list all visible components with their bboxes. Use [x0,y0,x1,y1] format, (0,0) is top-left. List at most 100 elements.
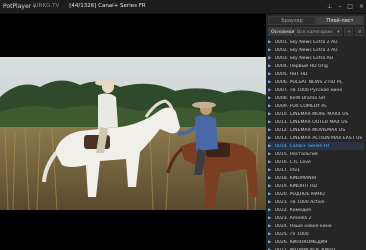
tab-browser[interactable]: Браузер [268,16,316,25]
playlist-item[interactable]: ▶ 0014. Canal+ Series FR [268,142,364,150]
play-icon: ▶ [268,191,272,197]
play-icon: ▶ [268,223,272,229]
playlist-item[interactable]: ▶ 0020. РОДНОЕ КИНО [268,190,364,198]
playlist-item-label: 0007. TB 1000 Русское кино [275,87,343,93]
playlist-item[interactable]: ▶ 0016. CTC Love [268,158,364,166]
play-icon: ▶ [268,127,272,133]
playlist-list: ▶ 0001. Sky News Extra 2 AU ▶ 0002. Sky New… [268,38,364,250]
playlist-item[interactable]: ▶ 0004. Первый HD Orig [268,62,364,70]
playlist-item[interactable]: ▶ 0013. CINEMAX ACTION MAX EAST US [268,134,364,142]
playlist-item[interactable]: ▶ 0001. Sky News Extra 2 AU [268,38,364,46]
play-icon: ▶ [268,135,272,141]
playlist-item[interactable]: ▶ 0012. CINEMAX MOVIEMAX US [268,126,364,134]
playlist-item[interactable]: ▶ 0009. FOX COMEDY PL [268,102,364,110]
playlist-item[interactable]: ▶ 0006. POLSAT NEWS 2 HD PL [268,78,364,86]
playlist-item-label: 0016. CTC Love [275,159,311,165]
playlist-main-tab[interactable]: Основной [268,27,294,36]
playlist-item-label: 0019. KINOHIT HD [275,183,318,189]
play-icon: ▶ [268,55,272,61]
play-icon: ▶ [268,47,272,53]
playlist-item-label: 0015. Ностальгия [275,151,318,157]
category-select[interactable]: Все категории ▾ [294,27,343,36]
tab-now-playing[interactable]: [44/1326] Canal+ Series FR [64,0,151,13]
play-icon: ▶ [268,207,272,213]
video-area[interactable] [0,14,266,250]
playlist-item-label: 0014. Canal+ Series FR [275,143,330,149]
video-scene-illustration [0,57,266,210]
playlist-item[interactable]: ▶ 0021. TB 1000 Action [268,198,364,206]
play-icon: ▶ [268,175,272,181]
playlist-item[interactable]: ▶ 0007. TB 1000 Русское кино [268,86,364,94]
playlist-item-label: 0003. Sky News Extra AU [275,55,334,61]
playlist-item-label: 0024. Наше новое кино [275,223,332,229]
playlist-item[interactable]: ▶ 0018. KINOMANIЯ [268,174,364,182]
play-icon: ▶ [268,39,272,45]
play-icon: ▶ [268,143,272,149]
category-select-label: Все категории [297,30,333,35]
title-bar: PotPlayer ▾ IURKG.TV [44/1326] Canal+ Se… [0,0,366,14]
playlist-item-label: 0026. КИНОКОМЕДИЯ [275,239,328,245]
playlist-item-label: 0001. Sky News Extra 2 AU [275,39,338,45]
filter-row: Основной Все категории ▾ + ≡ [268,27,365,36]
video-frame [0,57,266,210]
play-icon: ▶ [268,63,272,69]
playlist-item-label: 0025. TV 1000 [275,231,309,237]
play-icon: ▶ [268,159,272,165]
playlist-item-label: 0012. CINEMAX MOVIEMAX US [275,127,346,133]
playlist-item-label: 0002. Sky News Extra 3 AU [275,47,338,53]
playlist-item[interactable]: ▶ 0019. KINOHIT HD [268,182,364,190]
playlist-item-label: 0013. CINEMAX ACTION MAX EAST US [275,135,363,141]
playlist-item[interactable]: ▶ 0025. TV 1000 [268,230,364,238]
playlist-item-label: 0021. TB 1000 Action [275,199,325,205]
play-icon: ▶ [268,151,272,157]
tabs-top: IURKG.TV [44/1326] Canal+ Series FR [28,0,151,13]
playlist-item[interactable]: ▶ 0022. Комедия [268,206,364,214]
play-icon: ▶ [268,167,272,173]
play-icon: ▶ [268,71,272,77]
tab-source[interactable]: IURKG.TV [28,0,64,13]
play-icon: ▶ [268,87,272,93]
close-icon[interactable]: × [359,3,364,10]
maximize-icon[interactable]: □ [347,3,353,10]
play-icon: ▶ [268,119,272,125]
playlist-item[interactable]: ▶ 0005. HBT HD [268,70,364,78]
playlist-item[interactable]: ▶ 0023. Amedia 2 [268,214,364,222]
tab-playlist[interactable]: Плей-лист [316,16,364,25]
playlist-item[interactable]: ▶ 0003. Sky News Extra AU [268,54,364,62]
playlist-item-label: 0009. FOX COMEDY PL [275,103,327,109]
play-icon: ▶ [268,215,272,221]
play-icon: ▶ [268,239,272,245]
playlist-item-label: 0020. РОДНОЕ КИНО [275,191,325,197]
add-button[interactable]: + [344,27,354,36]
playlist-item-label: 0010. CINEMAX MORE MAXX US [275,111,349,117]
playlist-item[interactable]: ▶ 0010. CINEMAX MORE MAXX US [268,110,364,118]
playlist-item-label: 0023. Amedia 2 [275,215,312,221]
menu-button[interactable]: ≡ [355,27,365,36]
playlist-item-label: 0004. Первый HD Orig [275,63,328,69]
playlist-item-label: 0017. ntv1 [275,167,300,173]
minimize-icon[interactable]: – [338,3,341,10]
playlist-item[interactable]: ▶ 0002. Sky News Extra 3 AU [268,46,364,54]
play-icon: ▶ [268,79,272,85]
play-icon: ▶ [268,103,272,109]
playlist-item[interactable]: ▶ 0017. ntv1 [268,166,364,174]
play-icon: ▶ [268,95,272,101]
playlist-item-label: 0006. POLSAT NEWS 2 HD PL [275,79,343,85]
play-icon: ▶ [268,231,272,237]
playlist-item[interactable]: ▶ 0015. Ностальгия [268,150,364,158]
app-name: PotPlayer [3,3,32,10]
playlist-panel: Браузер Плей-лист Основной Все категории… [266,14,366,250]
playlist-item[interactable]: ▶ 0008. beIN Drama GR [268,94,364,102]
pin-icon[interactable]: ⊥ [327,3,332,10]
play-icon: ▶ [268,183,272,189]
window-controls: ⊥ – □ × [327,0,364,13]
playlist-item[interactable]: ▶ 0026. КИНОКОМЕДИЯ [268,238,364,246]
play-icon: ▶ [268,199,272,205]
playlist-item[interactable]: ▶ 0011. CINEMAX OUTER MAX US [268,118,364,126]
playlist-item[interactable]: ▶ 0024. Наше новое кино [268,222,364,230]
playlist-item-label: 0011. CINEMAX OUTER MAX US [275,119,348,125]
playlist-item-label: 0005. HBT HD [275,71,308,77]
playlist-item-label: 0008. beIN Drama GR [275,95,326,101]
playlist-item-label: 0022. Комедия [275,207,311,213]
playlist-item[interactable]: ▶ 0027. ИНДИЙСКОЕ КИНО [268,246,364,250]
